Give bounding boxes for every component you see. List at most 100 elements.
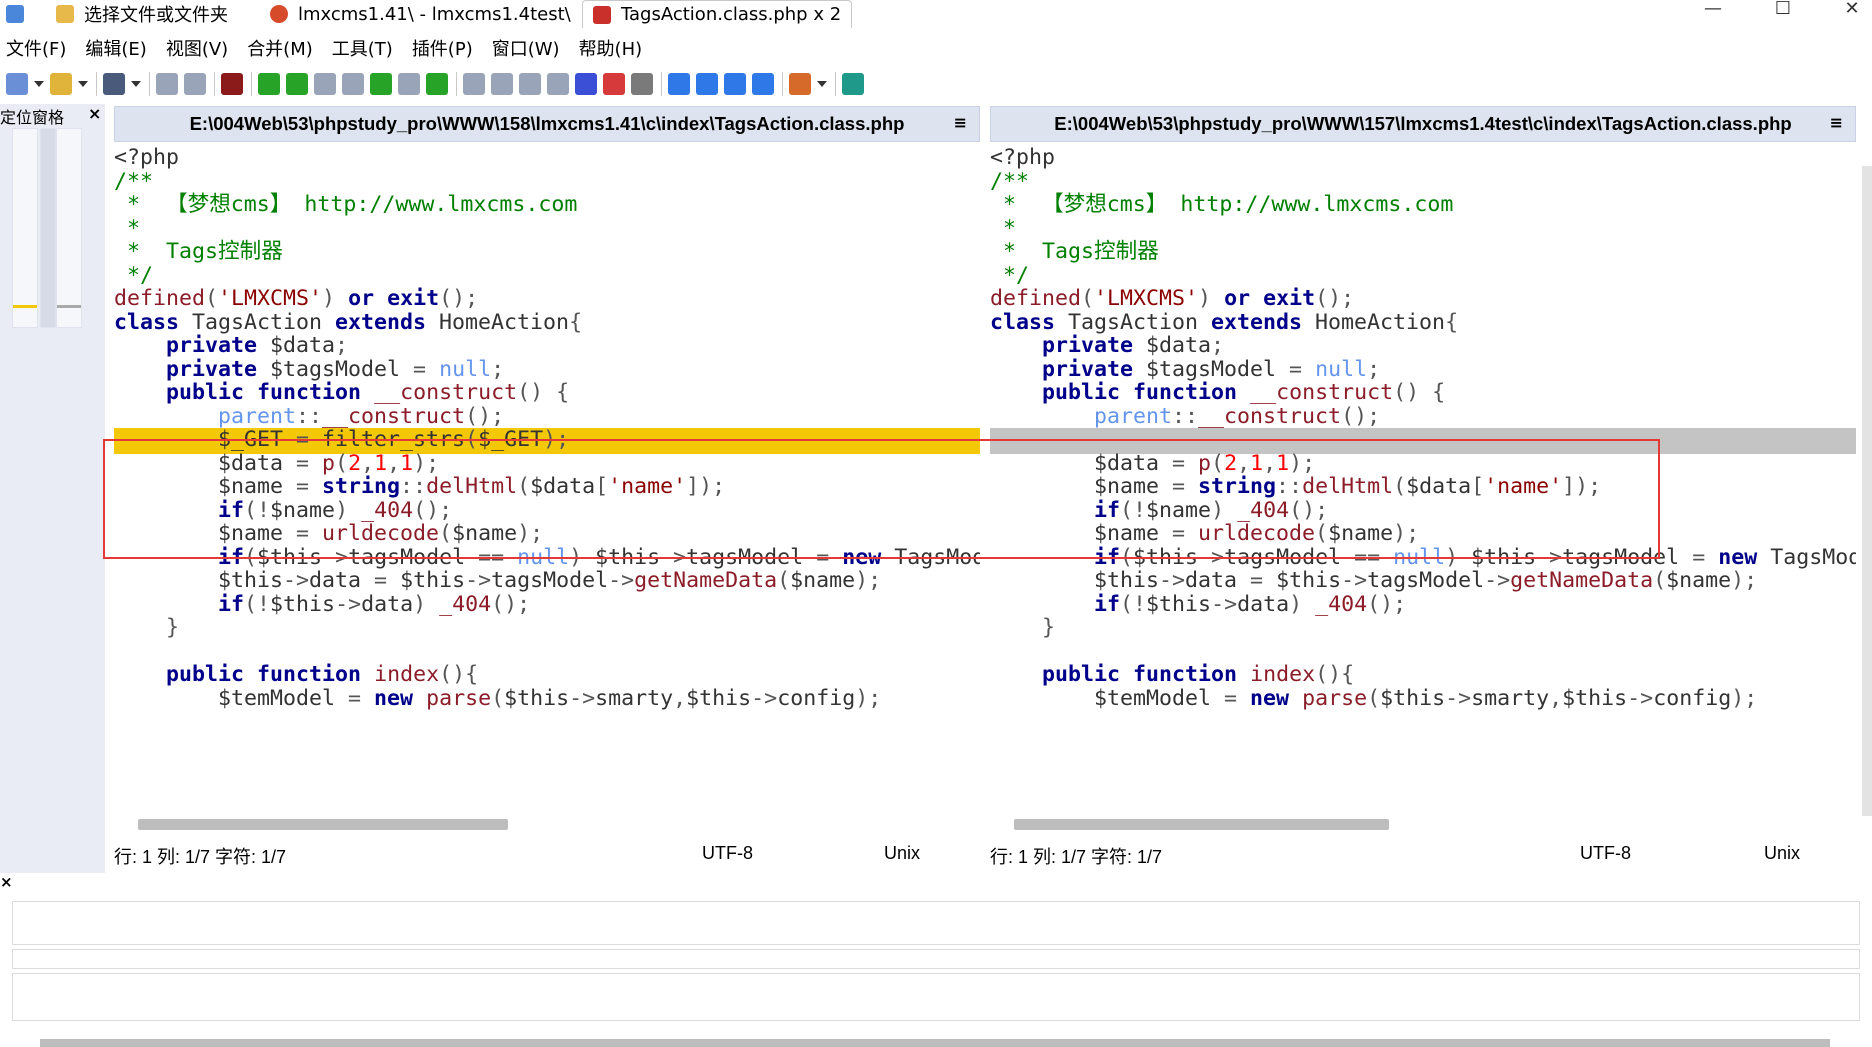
- app-icon-tab[interactable]: [6, 0, 34, 28]
- menu-window[interactable]: 窗口(W): [492, 35, 560, 61]
- code-line[interactable]: if(!$this->data) _404();: [114, 592, 980, 618]
- menu-help[interactable]: 帮助(H): [579, 35, 643, 61]
- code-line[interactable]: *: [990, 216, 1856, 242]
- copy-up-icon[interactable]: [342, 73, 364, 95]
- locator-right-map[interactable]: [56, 128, 82, 328]
- copy-right-advance-icon[interactable]: [519, 73, 541, 95]
- code-line[interactable]: public function index(){: [990, 662, 1856, 688]
- code-line[interactable]: * Tags控制器: [990, 239, 1856, 265]
- code-line[interactable]: $name = urldecode($name);: [114, 521, 980, 547]
- code-line[interactable]: */: [114, 263, 980, 289]
- code-line[interactable]: $data = p(2,1,1);: [114, 451, 980, 477]
- code-line[interactable]: private $data;: [990, 333, 1856, 359]
- close-window-button[interactable]: ✕: [1832, 0, 1872, 20]
- code-line[interactable]: $name = string::delHtml($data['name']);: [990, 474, 1856, 500]
- code-line[interactable]: defined('LMXCMS') or exit();: [990, 286, 1856, 312]
- code-line[interactable]: * 【梦想cms】 http://www.lmxcms.com: [990, 192, 1856, 218]
- tab-select-file[interactable]: 选择文件或文件夹: [56, 0, 228, 28]
- last-diff-icon[interactable]: [752, 73, 774, 95]
- left-horizontal-scrollbar[interactable]: [138, 819, 508, 830]
- menu-edit[interactable]: 编辑(E): [85, 35, 146, 61]
- tab-folder-compare[interactable]: lmxcms1.41\ - lmxcms1.4test\: [270, 0, 571, 28]
- all-right-icon[interactable]: [575, 73, 597, 95]
- code-line[interactable]: public function __construct() {: [990, 380, 1856, 406]
- locator-close-button[interactable]: ×: [88, 104, 101, 123]
- code-line[interactable]: $_GET = filter_strs($_GET);: [114, 427, 980, 453]
- accept-all-icon[interactable]: [426, 73, 448, 95]
- code-line[interactable]: }: [114, 615, 980, 641]
- right-horizontal-scrollbar[interactable]: [1014, 819, 1389, 830]
- code-line[interactable]: if(!$name) _404();: [114, 498, 980, 524]
- save-icon[interactable]: [103, 73, 125, 95]
- code-line[interactable]: private $data;: [114, 333, 980, 359]
- all-left-icon[interactable]: [603, 73, 625, 95]
- options-icon[interactable]: [789, 73, 811, 95]
- code-line[interactable]: $data = p(2,1,1);: [990, 451, 1856, 477]
- code-line[interactable]: $name = urldecode($name);: [990, 521, 1856, 547]
- left-pane-menu-icon[interactable]: ≡: [954, 113, 967, 132]
- code-line[interactable]: defined('LMXCMS') or exit();: [114, 286, 980, 312]
- first-diff-icon[interactable]: [668, 73, 690, 95]
- output-line-left[interactable]: [12, 901, 1860, 945]
- refresh-icon[interactable]: [842, 73, 864, 95]
- merge-all-icon[interactable]: [370, 73, 392, 95]
- code-line[interactable]: class TagsAction extends HomeAction{: [990, 310, 1856, 336]
- next-diff-icon[interactable]: [724, 73, 746, 95]
- copy-down-icon[interactable]: [314, 73, 336, 95]
- film-icon[interactable]: [221, 73, 243, 95]
- code-line[interactable]: if(!$this->data) _404();: [990, 592, 1856, 618]
- undo-icon[interactable]: [156, 73, 178, 95]
- right-code-view[interactable]: <?php/** * 【梦想cms】 http://www.lmxcms.com…: [990, 146, 1856, 808]
- code-line[interactable]: parent::__construct();: [990, 404, 1856, 430]
- code-line[interactable]: public function index(){: [114, 662, 980, 688]
- copy-right-icon[interactable]: [463, 73, 485, 95]
- code-line[interactable]: public function __construct() {: [114, 380, 980, 406]
- locator-left-map[interactable]: [12, 128, 38, 328]
- code-line[interactable]: <?php: [114, 146, 980, 171]
- code-line[interactable]: class TagsAction extends HomeAction{: [114, 310, 980, 336]
- minimize-button[interactable]: —: [1693, 0, 1733, 20]
- code-line[interactable]: $name = string::delHtml($data['name']);: [114, 474, 980, 500]
- copy-left-icon[interactable]: [491, 73, 513, 95]
- open-folder-icon[interactable]: [50, 73, 72, 95]
- code-line[interactable]: }: [990, 615, 1856, 641]
- copy-left-advance-icon[interactable]: [547, 73, 569, 95]
- code-line[interactable]: private $tagsModel = null;: [114, 357, 980, 383]
- tab-file-compare[interactable]: TagsAction.class.php x 2: [582, 0, 853, 28]
- code-line[interactable]: if(!$name) _404();: [990, 498, 1856, 524]
- code-line[interactable]: [990, 427, 1856, 453]
- chevron-down-icon[interactable]: [131, 73, 141, 95]
- merge-conflict-icon[interactable]: [398, 73, 420, 95]
- left-code-view[interactable]: <?php/** * 【梦想cms】 http://www.lmxcms.com…: [114, 146, 980, 808]
- code-line[interactable]: *: [114, 216, 980, 242]
- code-line[interactable]: $this->data = $this->tagsModel->getNameD…: [990, 568, 1856, 594]
- code-line[interactable]: if($this->tagsModel == null) $this->tags…: [114, 545, 980, 571]
- delete-icon[interactable]: [631, 73, 653, 95]
- code-line[interactable]: parent::__construct();: [114, 404, 980, 430]
- output-line-right[interactable]: [12, 973, 1860, 1021]
- redo-icon[interactable]: [184, 73, 206, 95]
- code-line[interactable]: <?php: [990, 146, 1856, 171]
- maximize-button[interactable]: ☐: [1763, 0, 1803, 20]
- menu-view[interactable]: 视图(V): [166, 35, 228, 61]
- code-line[interactable]: $temModel = new parse($this->smarty,$thi…: [114, 686, 980, 712]
- code-line[interactable]: * Tags控制器: [114, 239, 980, 265]
- output-horizontal-scrollbar[interactable]: [40, 1039, 1830, 1047]
- code-line[interactable]: */: [990, 263, 1856, 289]
- chevron-down-icon[interactable]: [78, 73, 88, 95]
- menu-tools[interactable]: 工具(T): [332, 35, 393, 61]
- chevron-down-icon[interactable]: [34, 73, 44, 95]
- right-pane-menu-icon[interactable]: ≡: [1830, 113, 1843, 132]
- chevron-down-icon[interactable]: [817, 73, 827, 95]
- code-line[interactable]: /**: [114, 169, 980, 195]
- code-line[interactable]: $temModel = new parse($this->smarty,$thi…: [990, 686, 1856, 712]
- menu-merge[interactable]: 合并(M): [247, 35, 313, 61]
- code-line[interactable]: private $tagsModel = null;: [990, 357, 1856, 383]
- output-close-button[interactable]: ×: [0, 873, 13, 891]
- code-line[interactable]: if($this->tagsModel == null) $this->tags…: [990, 545, 1856, 571]
- new-file-icon[interactable]: [6, 73, 28, 95]
- code-line[interactable]: [114, 639, 980, 665]
- merge-up-icon[interactable]: [286, 73, 308, 95]
- menu-plugins[interactable]: 插件(P): [412, 35, 473, 61]
- code-line[interactable]: [990, 639, 1856, 665]
